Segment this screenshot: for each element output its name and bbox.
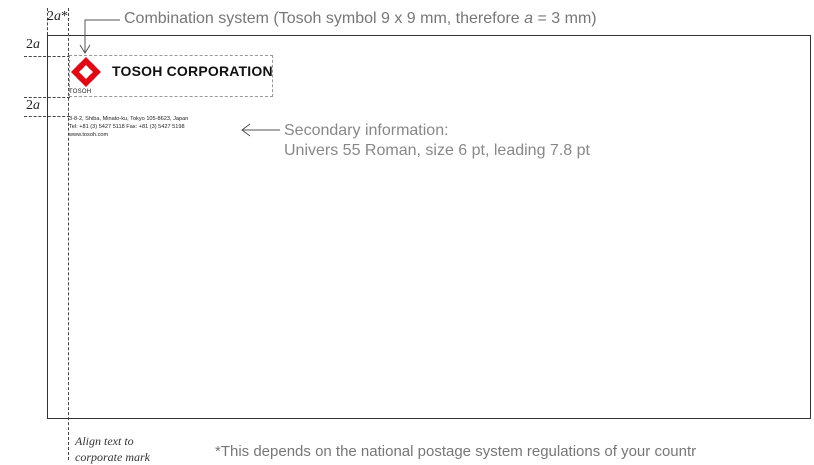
- postage-footnote: *This depends on the national postage sy…: [215, 443, 697, 460]
- secondary-info-title: Secondary information:: [284, 122, 449, 139]
- align-note-line-2: corporate mark: [75, 450, 150, 464]
- company-name: TOSOH CORPORATION: [112, 63, 273, 79]
- dimension-label-left-2: 2a: [26, 98, 40, 113]
- symbol-caption: TOSOH: [69, 89, 92, 95]
- website-line: www.tosoh.com: [69, 131, 109, 138]
- dimension-label-left-1: 2a: [26, 37, 40, 52]
- contact-line: Tel: +81 (3) 5427 5118 Fax: +81 (3) 5427…: [69, 123, 185, 130]
- combination-system-callout: Combination system (Tosoh symbol 9 x 9 m…: [124, 10, 597, 27]
- align-text-note: Align text to corporate mark: [75, 433, 150, 465]
- secondary-info-callout: Secondary information: Univers 55 Roman,…: [284, 121, 590, 161]
- address-line: 3-8-2, Shiba, Minato-ku, Tokyo 105-8623,…: [69, 116, 189, 122]
- align-note-line-1: Align text to: [75, 434, 134, 448]
- tosoh-symbol-icon: [71, 57, 101, 87]
- secondary-info-spec: Univers 55 Roman, size 6 pt, leading 7.8…: [284, 142, 590, 159]
- dimension-guide-address-top: [24, 116, 70, 117]
- secondary-leader-arrow: [241, 123, 280, 137]
- address-block: 3-8-2, Shiba, Minato-ku, Tokyo 105-8623,…: [69, 116, 188, 139]
